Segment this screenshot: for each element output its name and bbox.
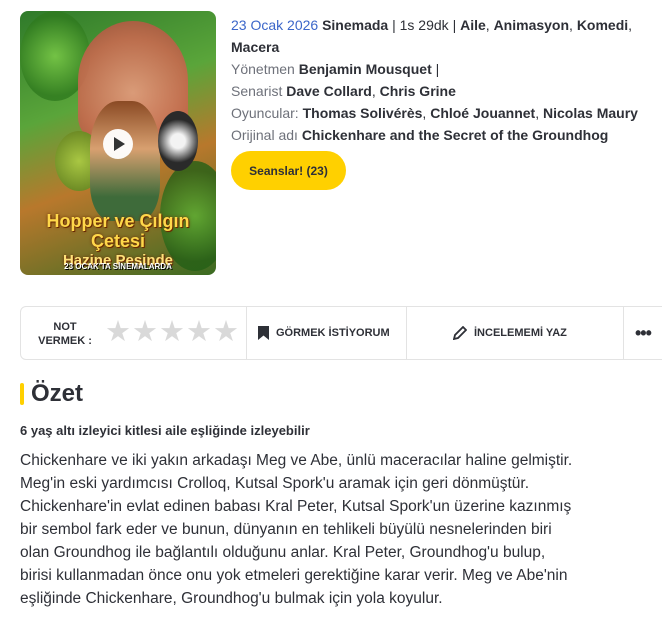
rating-stars: ★ ★ ★ ★ ★ (105, 318, 240, 347)
summary-text: Chickenhare ve iki yakın arkadaşı Meg ve… (20, 449, 662, 610)
movie-info: 23 Ocak 2026 Sinemada | 1s 29dk | Aile, … (231, 14, 662, 146)
write-review-label: İNCELEMEMİ YAZ (474, 327, 567, 339)
summary-line: Chickenhare ve iki yakın arkadaşı Meg ve… (20, 452, 573, 469)
divider (406, 307, 407, 359)
original-title: Chickenhare and the Secret of the Ground… (301, 127, 609, 143)
writer-link[interactable]: Chris Grine (380, 83, 456, 99)
poster-date: 23 OCAK'TA SİNEMALARDA (64, 262, 172, 271)
cast-link[interactable]: Nicolas Maury (543, 105, 638, 121)
summary-line: Meg'in eski yardımcısı Crolloq, Kutsal S… (20, 475, 530, 492)
cast-link[interactable]: Thomas Solivérès (303, 105, 423, 121)
star-icon[interactable]: ★ (186, 318, 212, 347)
genre-link[interactable]: Aile (460, 17, 486, 33)
movie-poster[interactable]: Hopper ve Çılgın Çetesi Hazine Peşinde 2… (20, 11, 216, 275)
summary-line: eşliğinde Chickenhare, Groundhog'u bulma… (20, 590, 443, 607)
cast-label: Oyuncular: (231, 105, 299, 121)
poster-title-line1: Hopper ve Çılgın Çetesi (46, 211, 190, 251)
rate-label-line1: NOT (53, 321, 77, 333)
release-date[interactable]: 23 Ocak 2026 (231, 17, 318, 33)
genre-link[interactable]: Animasyon (494, 17, 569, 33)
summary-line: olan Groundhog ile bağlantılı olduğunu a… (20, 544, 546, 561)
pencil-icon (453, 326, 467, 340)
genre-link[interactable]: Macera (231, 39, 279, 55)
writer-link[interactable]: Dave Collard (286, 83, 372, 99)
heading-accent (20, 383, 24, 405)
genre-link[interactable]: Komedi (577, 17, 628, 33)
star-icon[interactable]: ★ (132, 318, 158, 347)
star-icon[interactable]: ★ (213, 318, 239, 347)
showtimes-button[interactable]: Seanslar! (23) (231, 151, 346, 190)
write-review-button[interactable]: İNCELEMEMİ YAZ (453, 307, 567, 359)
rate-label: NOT VERMEK : (35, 320, 95, 348)
release-suffix: Sinemada (322, 17, 389, 33)
divider (623, 307, 624, 359)
cast-link[interactable]: Chloé Jouannet (430, 105, 535, 121)
action-bar: NOT VERMEK : ★ ★ ★ ★ ★ GÖRMEK İSTİYORUM … (20, 306, 662, 360)
age-rating-note: 6 yaş altı izleyici kitlesi aile eşliğin… (20, 423, 310, 438)
more-options-icon[interactable]: ••• (635, 323, 652, 344)
genre-row2: Macera (231, 36, 662, 58)
star-icon[interactable]: ★ (159, 318, 185, 347)
release-row: 23 Ocak 2026 Sinemada | 1s 29dk | Aile, … (231, 17, 633, 33)
duration: 1s 29dk (399, 17, 449, 33)
divider (246, 307, 247, 359)
summary-line: birisi kullanmadan önce onu yok etmeleri… (20, 567, 568, 584)
summary-line: bir sembol fark eder ve bunun, dünyanın … (20, 521, 552, 538)
poster-skunk-character (158, 111, 198, 171)
divider: | (392, 17, 396, 33)
writer-label: Senarist (231, 83, 283, 99)
summary-title: Özet (31, 380, 84, 407)
director-link[interactable]: Benjamin Mousquet (299, 61, 432, 77)
watchlist-label: GÖRMEK İSTİYORUM (276, 327, 390, 339)
rate-label-line2: VERMEK : (38, 335, 92, 347)
summary-heading: Özet (20, 380, 83, 408)
star-icon[interactable]: ★ (105, 318, 131, 347)
play-trailer-icon[interactable] (103, 129, 133, 159)
watchlist-button[interactable]: GÖRMEK İSTİYORUM (258, 307, 390, 359)
divider: | (452, 17, 457, 33)
writer-row: Senarist Dave Collard, Chris Grine (231, 83, 456, 99)
director-row: Yönetmen Benjamin Mousquet | (231, 61, 440, 77)
bookmark-icon (258, 326, 269, 340)
poster-main-character (90, 101, 160, 221)
original-title-label: Orijinal adı (231, 127, 298, 143)
original-title-row: Orijinal adı Chickenhare and the Secret … (231, 124, 662, 146)
director-label: Yönetmen (231, 61, 295, 77)
summary-line: Chickenhare'in evlat edinen babası Kral … (20, 498, 572, 515)
cast-row: Oyuncular: Thomas Solivérès, Chloé Jouan… (231, 105, 638, 121)
